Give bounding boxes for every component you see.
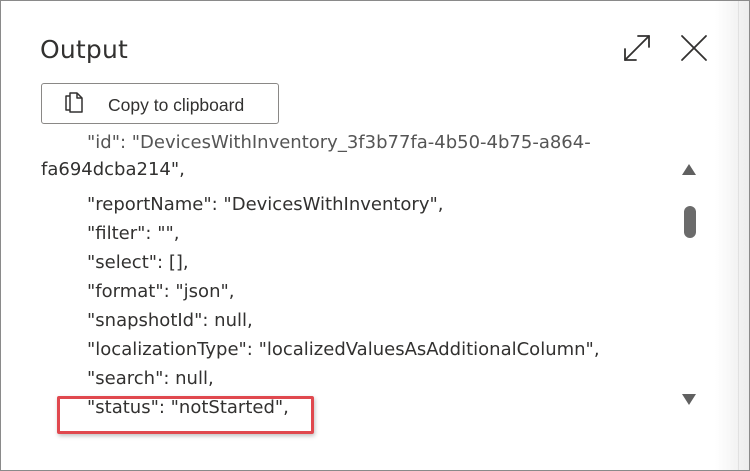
code-line: "select": [],: [87, 252, 189, 273]
dialog-title: Output: [40, 35, 129, 64]
code-line-status: "status": "notStarted",: [87, 397, 289, 418]
vertical-scrollbar[interactable]: [673, 151, 707, 417]
code-line: "id": "DevicesWithInventory_3f3b77fa-4b5…: [87, 132, 591, 153]
code-line: "reportName": "DevicesWithInventory",: [87, 194, 444, 215]
close-icon[interactable]: [677, 31, 711, 65]
copy-icon: [65, 92, 83, 113]
code-line: "search": null,: [87, 368, 214, 389]
code-line: "filter": "",: [87, 223, 180, 244]
expand-icon[interactable]: [620, 31, 654, 65]
side-divider: [738, 1, 739, 470]
output-code-area[interactable]: "id": "DevicesWithInventory_3f3b77fa-4b5…: [1, 132, 671, 438]
copy-to-clipboard-label: Copy to clipboard: [108, 95, 245, 115]
output-dialog: Output Copy to clipboard "id": "DevicesW…: [0, 0, 750, 471]
side-shadow: [715, 1, 749, 470]
scroll-down-arrow-icon[interactable]: [682, 394, 696, 405]
code-line: fa694dcba214",: [41, 159, 185, 180]
code-line: "format": "json",: [87, 281, 235, 302]
code-line: "snapshotId": null,: [87, 310, 253, 331]
scroll-thumb[interactable]: [684, 206, 696, 238]
scroll-up-arrow-icon[interactable]: [682, 164, 696, 175]
copy-to-clipboard-button[interactable]: Copy to clipboard: [41, 83, 279, 124]
code-line: "localizationType": "localizedValuesAsAd…: [87, 339, 600, 360]
